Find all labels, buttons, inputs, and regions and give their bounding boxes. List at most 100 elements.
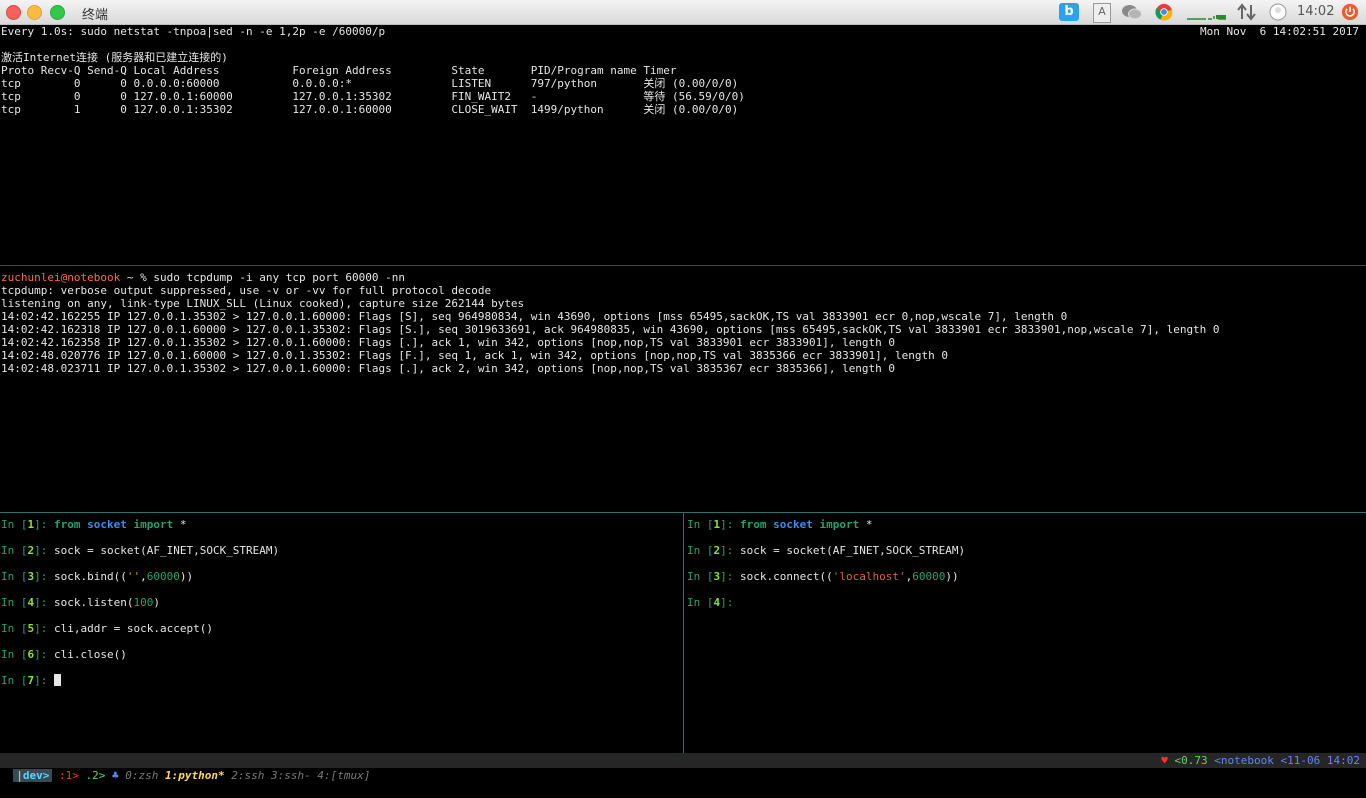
code-token: sock = socket(AF_INET,SOCK_STREAM) bbox=[54, 544, 280, 557]
in-prompt-label: In [ bbox=[1, 648, 28, 661]
heart-icon: ♥ bbox=[1161, 754, 1168, 767]
code-token: cli,addr = sock.accept() bbox=[54, 622, 213, 635]
network-graph-icon[interactable] bbox=[1186, 3, 1228, 21]
in-prompt-label: In [ bbox=[1, 544, 28, 557]
tmux-window-tab[interactable]: 2:ssh bbox=[231, 769, 264, 782]
in-prompt-close: ]: bbox=[34, 570, 54, 583]
code-token: from bbox=[54, 518, 81, 531]
tmux-status-bar: |dev> :1> .2> ♣ 0:zsh 1:python* 2:ssh 3:… bbox=[0, 753, 1366, 782]
prompt-command: ~ % sudo tcpdump -i any tcp port 60000 -… bbox=[120, 271, 405, 284]
updown-arrows-icon[interactable] bbox=[1237, 3, 1257, 21]
in-prompt-close: ]: bbox=[34, 518, 54, 531]
power-icon[interactable] bbox=[1340, 3, 1360, 21]
in-prompt-close: ]: bbox=[34, 622, 54, 635]
pane-marker-green: .2> bbox=[85, 769, 106, 782]
ipython-input-cell[interactable]: In [2]: sock = socket(AF_INET,SOCK_STREA… bbox=[1, 544, 681, 570]
prompt-user-host: zuchunlei@notebook bbox=[1, 271, 121, 284]
ipython-input-cell[interactable]: In [7]: bbox=[1, 674, 681, 700]
in-prompt-close: ]: bbox=[720, 570, 740, 583]
tmux-window-tab[interactable]: 0:zsh bbox=[125, 769, 158, 782]
tmux-window-tab[interactable]: 3:ssh- bbox=[271, 769, 311, 782]
in-prompt-label: In [ bbox=[1, 518, 28, 531]
ipython-input-cell[interactable]: In [1]: from socket import * bbox=[687, 518, 1365, 544]
session-name[interactable]: |dev> bbox=[13, 769, 53, 782]
minimize-window-button[interactable] bbox=[27, 5, 42, 20]
code-token: from bbox=[740, 518, 767, 531]
window-marker-red: :1> bbox=[59, 769, 79, 782]
ipython-input-cell[interactable]: In [3]: sock.connect(('localhost',60000)… bbox=[687, 570, 1365, 596]
host-name: <notebook bbox=[1214, 754, 1274, 767]
ipython-input-cell[interactable]: In [3]: sock.bind(('',60000)) bbox=[1, 570, 681, 596]
tcpdump-packet-line: 14:02:48.023711 IP 127.0.0.1.35302 > 127… bbox=[1, 362, 896, 375]
code-token: 60000 bbox=[146, 570, 180, 583]
watch-header: Every 1.0s: sudo netstat -tnpoa|sed -n -… bbox=[1, 25, 386, 38]
code-token: import bbox=[133, 518, 174, 531]
in-prompt-close: ]: bbox=[720, 596, 740, 609]
netstat-watch-pane[interactable]: Every 1.0s: sudo netstat -tnpoa|sed -n -… bbox=[1, 25, 1365, 116]
close-window-button[interactable] bbox=[6, 5, 21, 20]
user-account-icon[interactable] bbox=[1268, 3, 1288, 21]
text-cursor bbox=[54, 674, 61, 686]
ipython-input-cell[interactable]: In [2]: sock = socket(AF_INET,SOCK_STREA… bbox=[687, 544, 1365, 570]
in-prompt-close: ]: bbox=[34, 674, 54, 687]
tmux-window-tab[interactable]: 4:[tmux] bbox=[317, 769, 370, 782]
code-token: '' bbox=[126, 570, 141, 583]
code-token: 60000 bbox=[912, 570, 946, 583]
ipython-server-pane[interactable]: In [1]: from socket import * In [2]: sock… bbox=[1, 518, 681, 700]
in-prompt-close: ]: bbox=[720, 544, 740, 557]
bell-icon: ♣ bbox=[112, 769, 119, 782]
code-token: 'localhost' bbox=[832, 570, 906, 583]
netstat-header-row: Proto Recv-Q Send-Q Local Address Foreig… bbox=[1, 64, 677, 77]
bubble-app-icon[interactable]: b bbox=[1059, 3, 1079, 21]
code-token: sock = socket(AF_INET,SOCK_STREAM) bbox=[740, 544, 966, 557]
code-token: 100 bbox=[133, 596, 154, 609]
in-prompt-close: ]: bbox=[34, 648, 54, 661]
chrome-icon[interactable] bbox=[1154, 3, 1174, 21]
clock[interactable]: 14:02 bbox=[1297, 4, 1334, 19]
window-title: 终端 bbox=[82, 8, 109, 23]
code-token: cli.close() bbox=[54, 648, 127, 661]
tcpdump-pane[interactable]: zuchunlei@notebook ~ % sudo tcpdump -i a… bbox=[1, 271, 1365, 375]
code-token: * bbox=[859, 518, 873, 531]
load-average: <0.73 bbox=[1174, 754, 1208, 767]
code-token: socket bbox=[773, 518, 813, 531]
input-method-icon[interactable]: A bbox=[1093, 3, 1111, 23]
code-token: sock.bind(( bbox=[54, 570, 127, 583]
pane-divider-vertical[interactable] bbox=[683, 513, 684, 753]
code-token: , bbox=[140, 570, 147, 583]
shell-prompt-line: zuchunlei@notebook ~ % sudo tcpdump -i a… bbox=[1, 271, 1365, 284]
status-datetime: <11-06 14:02 bbox=[1280, 754, 1360, 767]
in-prompt-label: In [ bbox=[687, 596, 714, 609]
status-right: ♥ <0.73 <notebook <11-06 14:02 bbox=[1161, 753, 1360, 768]
ipython-client-pane[interactable]: In [1]: from socket import * In [2]: sock… bbox=[687, 518, 1365, 622]
tmux-window-tab[interactable]: 1:python* bbox=[165, 769, 225, 782]
code-token: socket bbox=[87, 518, 127, 531]
ipython-input-cell[interactable]: In [1]: from socket import * bbox=[1, 518, 681, 544]
code-token: )) bbox=[945, 570, 959, 583]
netstat-output: 激活Internet连接 (服务器和已建立连接的) Proto Recv-Q Se… bbox=[1, 51, 1365, 116]
in-prompt-label: In [ bbox=[1, 570, 28, 583]
maximize-window-button[interactable] bbox=[50, 5, 65, 20]
in-prompt-label: In [ bbox=[1, 596, 28, 609]
netstat-row: tcp 0 0 0.0.0.0:60000 0.0.0.0:* LISTEN 7… bbox=[1, 77, 739, 90]
code-token: sock.listen( bbox=[54, 596, 134, 609]
code-token: * bbox=[173, 518, 187, 531]
in-prompt-close: ]: bbox=[34, 596, 54, 609]
wechat-icon[interactable] bbox=[1121, 3, 1143, 21]
in-prompt-label: In [ bbox=[1, 674, 28, 687]
ipython-input-cell[interactable]: In [5]: cli,addr = sock.accept() bbox=[1, 622, 681, 648]
in-prompt-label: In [ bbox=[687, 544, 714, 557]
ipython-input-cell[interactable]: In [4]: bbox=[687, 596, 1365, 622]
in-prompt-label: In [ bbox=[687, 570, 714, 583]
in-prompt-label: In [ bbox=[687, 518, 714, 531]
watch-timestamp: Mon Nov 6 14:02:51 2017 bbox=[1200, 25, 1359, 38]
ipython-input-cell[interactable]: In [4]: sock.listen(100) bbox=[1, 596, 681, 622]
pane-divider[interactable] bbox=[0, 265, 1366, 266]
netstat-row: tcp 0 0 127.0.0.1:60000 127.0.0.1:35302 … bbox=[1, 90, 745, 103]
tcpdump-packet-line: 14:02:42.162318 IP 127.0.0.1.60000 > 127… bbox=[1, 323, 1220, 336]
netstat-title: 激活Internet连接 (服务器和已建立连接的) bbox=[1, 51, 228, 64]
ipython-input-cell[interactable]: In [6]: cli.close() bbox=[1, 648, 681, 674]
